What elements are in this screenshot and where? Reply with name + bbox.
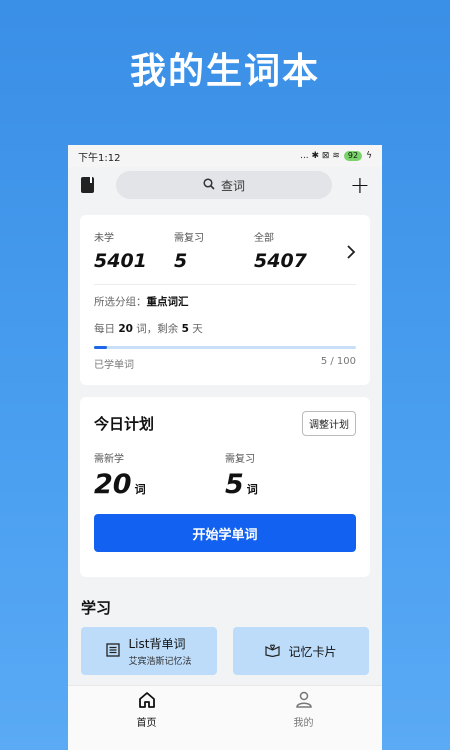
plan-header: 今日计划 调整计划 [94,411,356,436]
progress-labels: 已学单词 5 / 100 [94,356,356,371]
list-study-text: List背单词 艾宾浩斯记忆法 [128,635,191,667]
stat-review: 需复习 5 [174,229,254,272]
study-section-title: 学习 [81,599,112,617]
stat-value: 5401 [94,250,147,272]
progress-fill [94,346,108,349]
flashcards-button[interactable]: 记忆卡片 [233,627,369,675]
list-icon [106,642,121,661]
chevron-right-icon[interactable] [346,243,356,264]
tab-mine-label: 我的 [293,717,314,729]
plan-new-label: 需新学 [94,454,124,465]
status-icons: ... ✱ ⊠ ≋ 92 ϟ [300,151,372,161]
plan-review-label: 需复习 [225,454,255,465]
home-icon [138,691,156,712]
flashcards-label: 记忆卡片 [288,644,337,659]
plan-title: 今日计划 [94,415,155,433]
list-study-button[interactable]: List背单词 艾宾浩斯记忆法 [81,627,217,675]
stat-value: 5407 [254,250,307,272]
stat-label: 全部 [254,233,274,244]
plan-review: 需复习 5词 [225,450,356,500]
progress-bar [94,346,356,349]
daily-plan-text: 每日 20 词，剩余 5 天 [94,321,356,336]
progress-label: 已学单词 [94,360,134,371]
list-study-subtitle: 艾宾浩斯记忆法 [128,657,192,667]
stat-total: 全部 5407 [254,229,334,272]
tab-home-label: 首页 [136,717,157,729]
status-system-icons: ... ✱ ⊠ ≋ [300,151,340,161]
search-input[interactable]: 查词 [116,171,332,199]
plan-new-value: 20 词 [94,469,225,500]
promo-title: 我的生词本 [129,51,320,92]
search-icon [203,177,215,193]
wordbook-icon[interactable] [80,176,96,194]
divider [94,284,356,285]
status-bar: 下午1:12 ... ✱ ⊠ ≋ 92 ϟ [68,145,382,167]
daily-prefix: 每日 [94,323,119,335]
days-left: 5 [181,323,189,335]
overview-stats: 未学 5401 需复习 5 全部 5407 [94,229,356,272]
system-nav-bar [68,733,382,750]
daily-suffix: 天 [188,323,203,335]
phone-screen: 下午1:12 ... ✱ ⊠ ≋ 92 ϟ 查词 + 未学 5401 需复习 5… [68,145,382,750]
selected-group: 所选分组：重点词汇 [94,294,356,309]
group-name: 重点词汇 [146,296,189,308]
start-learning-button[interactable]: 开始学单词 [94,514,356,552]
top-bar: 查词 + [68,167,382,203]
search-label: 查词 [220,178,245,193]
today-plan-card: 今日计划 调整计划 需新学 20 词 需复习 5词 开始学单词 [80,397,370,577]
plan-review-value: 5词 [225,469,356,500]
daily-count: 20 [118,323,133,335]
bottom-tab-bar: 首页 我的 [68,685,382,733]
plan-unit: 词 [134,483,146,496]
status-time: 下午1:12 [78,152,121,164]
list-study-title: List背单词 [128,637,186,651]
charging-icon: ϟ [366,151,372,161]
stat-unlearned: 未学 5401 [94,229,174,272]
book-heart-icon [265,642,281,661]
progress-text: 5 / 100 [320,356,356,367]
plan-stats: 需新学 20 词 需复习 5词 [94,450,356,500]
plan-review-count: 5 [225,469,244,500]
tab-mine[interactable]: 我的 [225,686,382,733]
stat-label: 需复习 [174,233,204,244]
daily-mid: 词，剩余 [132,323,182,335]
stat-label: 未学 [94,233,114,244]
plan-new-count: 20 [94,469,132,500]
overview-card[interactable]: 未学 5401 需复习 5 全部 5407 所选分组：重点词汇 每日 20 词，… [80,215,370,385]
plan-unit: 词 [246,483,258,496]
plan-new: 需新学 20 词 [94,450,225,500]
user-icon [295,691,313,712]
add-icon[interactable]: + [350,173,370,197]
battery-icon: 92 [343,151,363,161]
stat-value: 5 [174,250,188,272]
tab-home[interactable]: 首页 [68,686,225,733]
adjust-plan-button[interactable]: 调整计划 [302,411,356,436]
group-prefix: 所选分组： [94,296,147,308]
